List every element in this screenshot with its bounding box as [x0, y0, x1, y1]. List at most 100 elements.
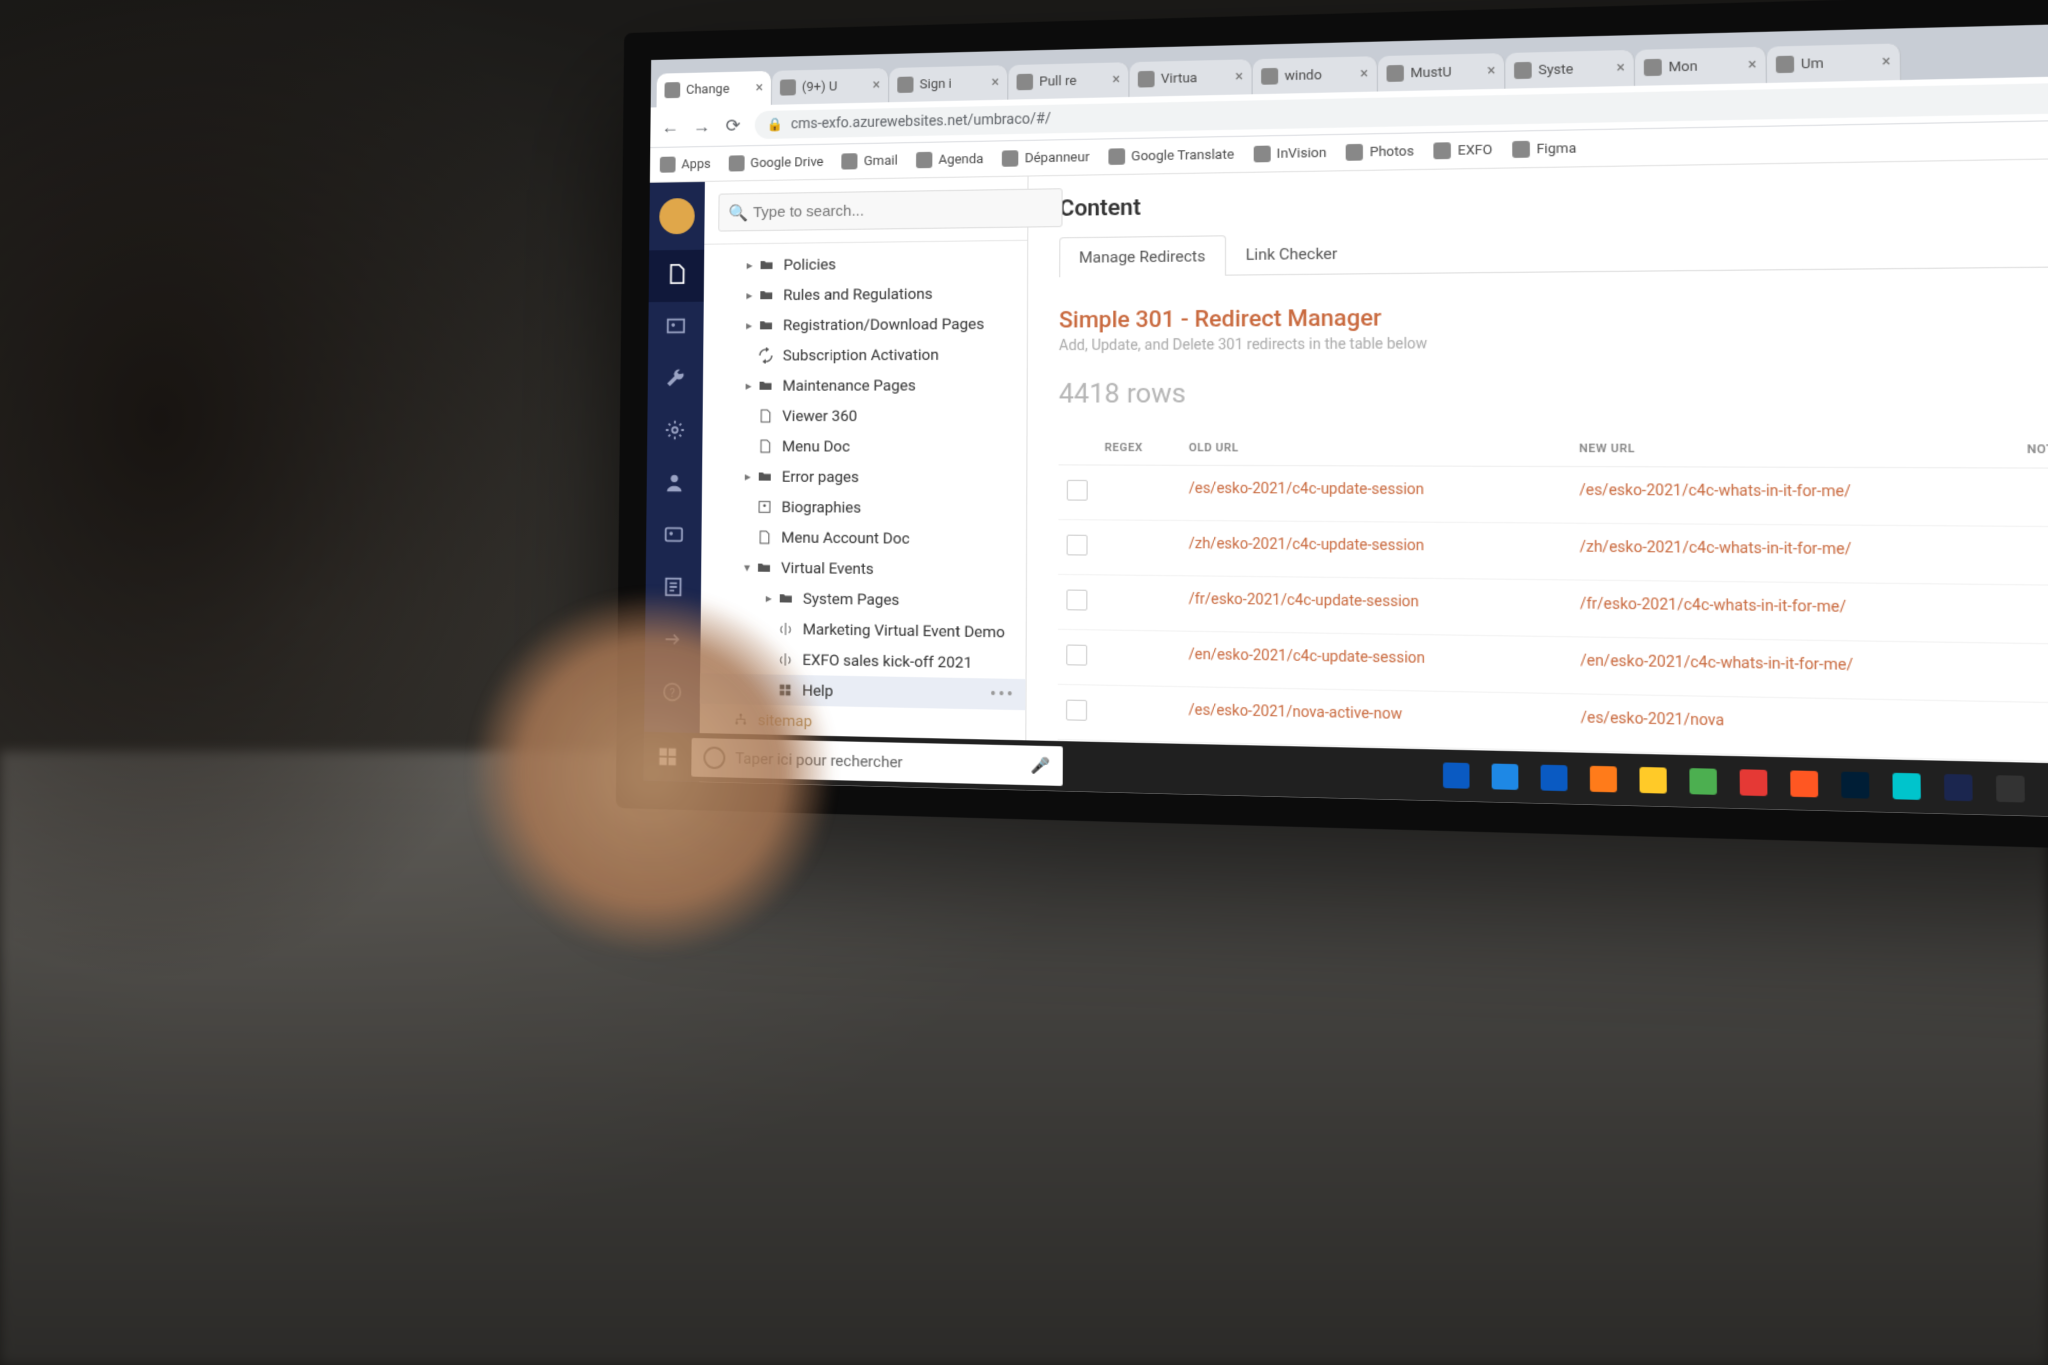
row-checkbox[interactable]: [1066, 700, 1087, 721]
tree-label: Biographies: [781, 498, 861, 517]
close-icon[interactable]: ×: [991, 74, 999, 90]
bookmark-item[interactable]: Gmail: [842, 152, 898, 169]
expand-icon[interactable]: ▸: [763, 591, 775, 605]
close-icon[interactable]: ×: [756, 80, 764, 96]
row-checkbox[interactable]: [1067, 480, 1088, 501]
row-checkbox[interactable]: [1066, 645, 1087, 666]
close-icon[interactable]: ×: [1748, 57, 1757, 74]
taskbar-app[interactable]: [1480, 750, 1529, 803]
browser-tab[interactable]: (9+) U×: [772, 68, 889, 105]
screen: Change×(9+) U×Sign i×Pull re×Virtua×wind…: [644, 23, 2048, 819]
nav-developer[interactable]: [647, 406, 703, 458]
nav-members[interactable]: [646, 510, 702, 563]
close-icon[interactable]: ×: [1112, 72, 1120, 89]
nav-media[interactable]: [648, 302, 704, 354]
bookmark-item[interactable]: Google Drive: [728, 154, 823, 172]
tree-node[interactable]: Subscription Activation: [703, 339, 1027, 371]
bookmark-item[interactable]: Figma: [1512, 140, 1576, 158]
bookmark-item[interactable]: Google Translate: [1108, 146, 1234, 165]
tree-node[interactable]: ▸Rules and Regulations: [704, 278, 1027, 311]
nav-users[interactable]: [646, 458, 702, 511]
image-icon: [665, 315, 687, 341]
reload-button[interactable]: ⟳: [723, 115, 743, 135]
close-icon[interactable]: ×: [1235, 69, 1243, 86]
table-row[interactable]: /es/esko-2021/c4c-update-session/es/esko…: [1058, 465, 2048, 527]
taskbar-app[interactable]: [1579, 753, 1629, 806]
taskbar-app[interactable]: [2036, 763, 2048, 818]
expand-icon[interactable]: ▸: [743, 288, 755, 302]
expand-icon[interactable]: ▸: [744, 258, 756, 272]
tree-node[interactable]: ▸Error pages: [702, 461, 1026, 493]
expand-icon[interactable]: [742, 439, 754, 453]
expand-icon[interactable]: [742, 409, 754, 423]
browser-tab[interactable]: Pull re×: [1008, 62, 1129, 99]
column-header[interactable]: OLD URL: [1180, 430, 1570, 466]
column-header[interactable]: REGEX: [1096, 430, 1180, 465]
folder-icon: [757, 316, 775, 334]
umbraco-logo[interactable]: [659, 198, 695, 234]
tree-label: System Pages: [803, 589, 900, 609]
tree-node[interactable]: ▾Virtual Events: [701, 552, 1026, 586]
tree-node[interactable]: ▸Maintenance Pages: [703, 370, 1027, 401]
close-icon[interactable]: ×: [1616, 60, 1624, 77]
close-icon[interactable]: ×: [1360, 66, 1368, 83]
browser-tab[interactable]: Change×: [657, 71, 773, 107]
taskbar-app[interactable]: [1628, 754, 1678, 807]
tab-label: Um: [1801, 55, 1824, 72]
bookmark-item[interactable]: Photos: [1346, 143, 1414, 161]
tree-node[interactable]: ▸Registration/Download Pages: [703, 308, 1027, 340]
back-button[interactable]: ←: [660, 117, 680, 137]
bookmark-item[interactable]: Dépanneur: [1002, 149, 1090, 167]
expand-icon[interactable]: [743, 349, 755, 363]
content-column: Content Manage RedirectsLink Checker Sim…: [1026, 158, 2048, 819]
tree-node[interactable]: Viewer 360: [703, 401, 1027, 432]
taskbar-app[interactable]: [1984, 762, 2037, 817]
browser-tab[interactable]: Syste×: [1505, 50, 1635, 89]
expand-icon[interactable]: [741, 530, 753, 544]
browser-tab[interactable]: Um ×: [1767, 43, 1902, 83]
browser-tab[interactable]: Sign i×: [889, 65, 1008, 102]
nav-settings[interactable]: [648, 354, 704, 406]
content-tab[interactable]: Manage Redirects: [1059, 235, 1225, 277]
taskbar-app[interactable]: [1829, 758, 1881, 812]
close-icon[interactable]: ×: [1882, 53, 1891, 70]
favicon-icon: [1514, 62, 1532, 79]
expand-icon[interactable]: ▸: [743, 318, 755, 332]
forward-button[interactable]: →: [692, 116, 712, 136]
expand-icon[interactable]: ▸: [743, 379, 755, 393]
column-header[interactable]: NEW URL: [1570, 431, 2018, 468]
close-icon[interactable]: ×: [1487, 63, 1495, 80]
tree-node[interactable]: Menu Account Doc: [701, 522, 1026, 555]
taskbar-app[interactable]: [1432, 749, 1481, 802]
row-checkbox[interactable]: [1066, 590, 1087, 611]
content-tabs: Manage RedirectsLink Checker: [1059, 223, 2048, 277]
column-header[interactable]: NOTE: [2017, 431, 2048, 468]
taskbar-app[interactable]: [1728, 756, 1779, 810]
expand-icon[interactable]: [741, 500, 753, 514]
node-actions-icon[interactable]: •••: [990, 683, 1015, 705]
tree-node[interactable]: ▸Policies: [704, 247, 1027, 281]
row-checkbox[interactable]: [1067, 535, 1088, 556]
taskbar-app[interactable]: [1678, 755, 1729, 808]
taskbar-app[interactable]: [1881, 759, 1933, 813]
content-tab[interactable]: Link Checker: [1226, 233, 1358, 275]
tree-node[interactable]: Biographies: [702, 491, 1027, 524]
close-icon[interactable]: ×: [873, 77, 881, 93]
taskbar-app[interactable]: [1529, 752, 1578, 805]
taskbar-app[interactable]: [1779, 757, 1830, 811]
expand-icon[interactable]: ▸: [742, 469, 754, 483]
bookmark-item[interactable]: InVision: [1253, 145, 1326, 163]
expand-icon[interactable]: ▾: [741, 560, 753, 574]
bookmark-item[interactable]: Apps: [660, 156, 711, 173]
app-icon: [1443, 762, 1470, 788]
browser-tab[interactable]: Virtua×: [1129, 59, 1252, 97]
browser-tab[interactable]: MustU×: [1378, 53, 1506, 91]
taskbar-app[interactable]: [1932, 760, 1985, 814]
browser-tab[interactable]: windo×: [1253, 56, 1378, 94]
tree-node[interactable]: Menu Doc: [702, 431, 1026, 462]
bookmark-item[interactable]: Agenda: [916, 151, 984, 168]
bookmark-item[interactable]: EXFO: [1434, 141, 1493, 159]
search-input[interactable]: [718, 188, 1062, 231]
browser-tab[interactable]: Mon×: [1635, 47, 1767, 86]
nav-content[interactable]: [649, 250, 705, 302]
